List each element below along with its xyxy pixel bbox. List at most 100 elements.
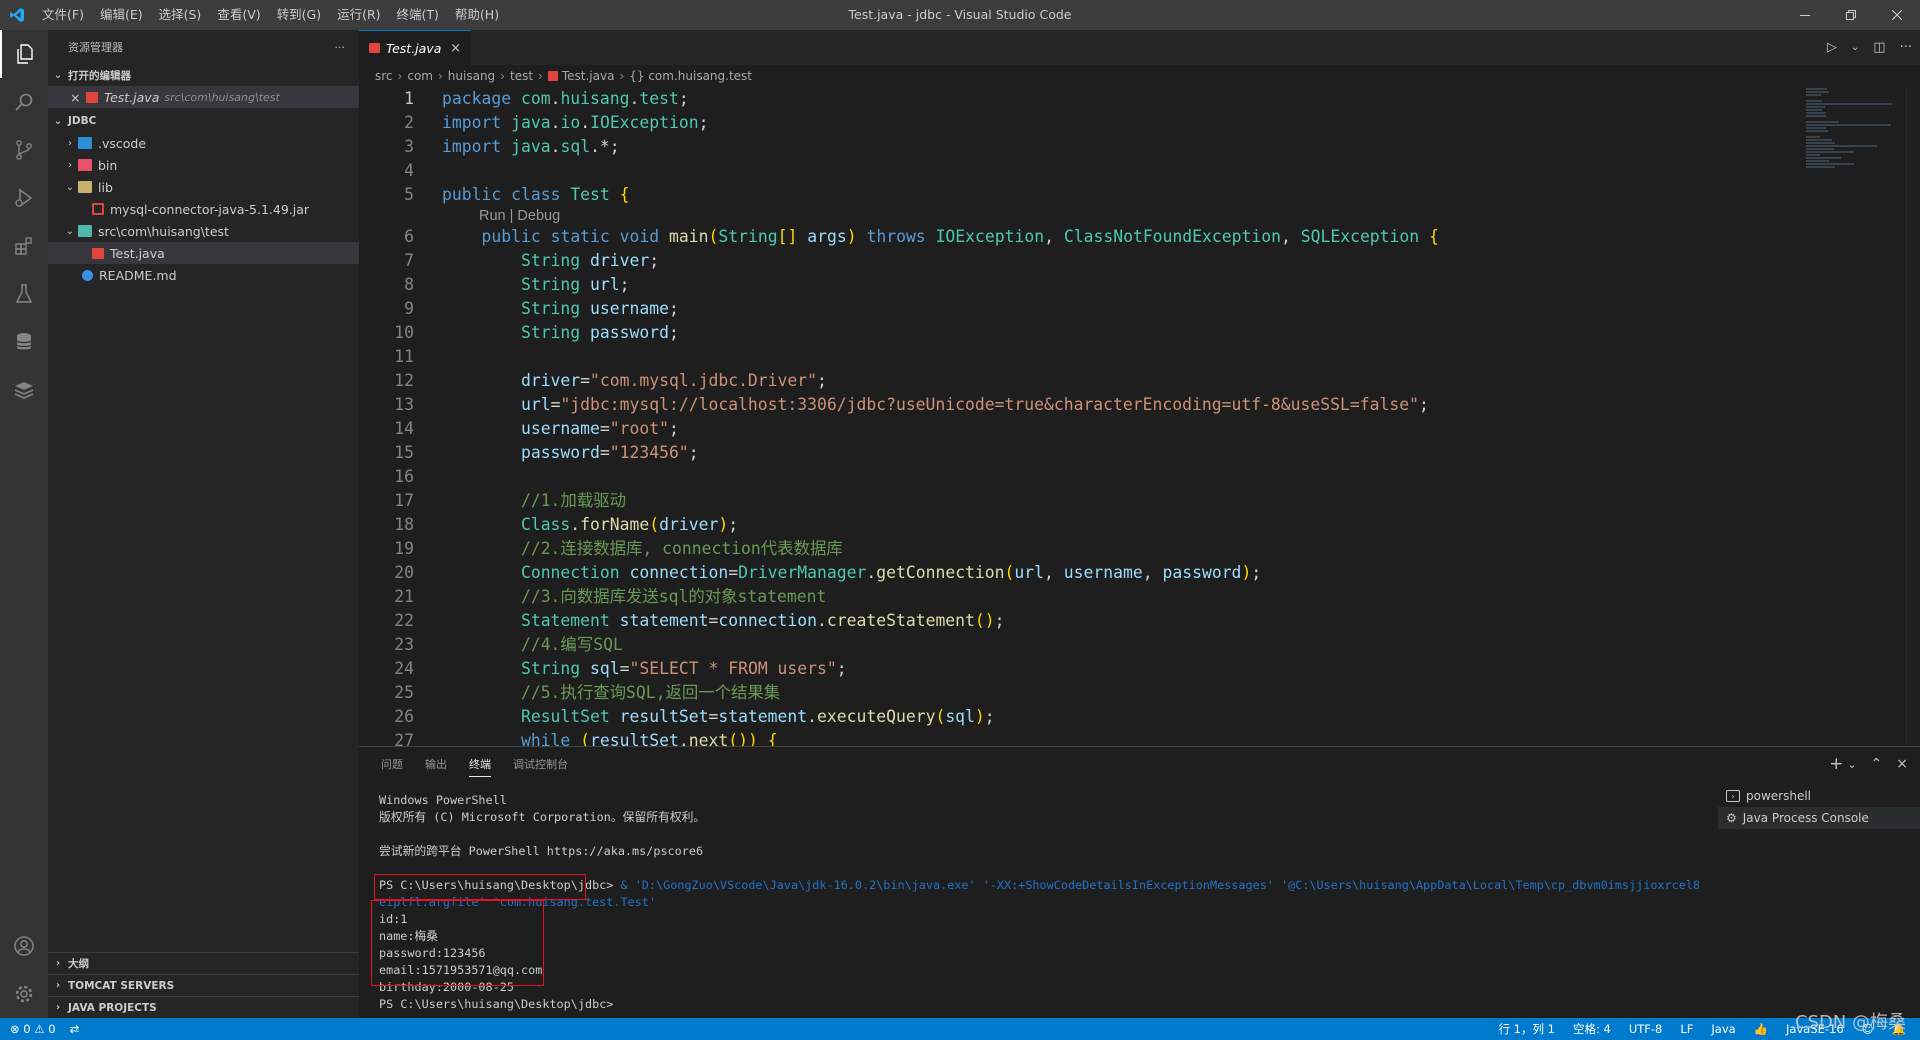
- explorer-icon[interactable]: [0, 30, 48, 78]
- breadcrumb-item[interactable]: Test.java: [562, 69, 615, 83]
- breadcrumb-item[interactable]: src: [375, 69, 393, 83]
- line-content: Class.forName(driver);: [520, 515, 739, 534]
- thumbs-up-icon[interactable]: 👍: [1754, 1022, 1768, 1036]
- code-editor[interactable]: 1 package com.huisang.test; 2 import java.i…: [359, 87, 1789, 746]
- tree-item-lib[interactable]: ⌄ lib: [48, 176, 359, 198]
- minimap-line: [1806, 121, 1840, 123]
- explorer-sidebar: 资源管理器 ··· ⌄ 打开的编辑器 × Test.java src\com\h…: [48, 30, 359, 1018]
- live-share-icon[interactable]: ⇄: [70, 1022, 80, 1036]
- line-content: while (resultSet.next()) {: [520, 731, 778, 746]
- tree-item-vscode[interactable]: › .vscode: [48, 132, 359, 154]
- terminal-line: 版权所有 (C) Microsoft Corporation。保留所有权利。: [379, 810, 706, 824]
- gear-icon[interactable]: [0, 970, 48, 1018]
- tab-terminal[interactable]: 终端: [469, 756, 491, 777]
- end-of-line[interactable]: LF: [1680, 1022, 1693, 1036]
- menu-view[interactable]: 查看(V): [209, 0, 268, 30]
- code-line: 9 String username;: [359, 297, 1789, 321]
- database-icon[interactable]: [0, 318, 48, 366]
- chevron-right-icon: ›: [55, 980, 61, 991]
- terminal-item-powershell[interactable]: › powershell: [1718, 785, 1920, 807]
- minimap-line: [1806, 136, 1820, 138]
- code-line: 20 Connection connection=DriverManager.g…: [359, 561, 1789, 585]
- split-editor-icon[interactable]: ◫: [1873, 40, 1885, 55]
- close-panel-icon[interactable]: ×: [1896, 756, 1908, 772]
- tab-debug-console[interactable]: 调试控制台: [513, 756, 568, 772]
- breadcrumb-item[interactable]: test: [510, 69, 533, 83]
- java-projects-section[interactable]: › JAVA PROJECTS: [48, 996, 359, 1018]
- more-actions-icon[interactable]: ···: [335, 41, 346, 54]
- run-debug-icon[interactable]: [0, 174, 48, 222]
- menu-edit[interactable]: 编辑(E): [92, 0, 151, 30]
- terminal-output-line: password:123456: [379, 946, 486, 960]
- tab-problems[interactable]: 问题: [381, 756, 403, 772]
- minimap-line: [1806, 142, 1835, 144]
- open-editors-section[interactable]: ⌄ 打开的编辑器: [48, 64, 359, 86]
- breadcrumb-item[interactable]: {} com.huisang.test: [629, 69, 752, 83]
- problems-status[interactable]: ⊗ 0 ⚠ 0: [10, 1022, 56, 1036]
- code-lens-run-debug[interactable]: Run | Debug: [479, 207, 1789, 225]
- tree-item-test-java[interactable]: Test.java: [48, 242, 359, 264]
- tab-output[interactable]: 输出: [425, 756, 447, 772]
- line-content: import java.io.IOException;: [442, 113, 709, 132]
- editor-scrollbar[interactable]: [1906, 87, 1920, 746]
- indentation[interactable]: 空格: 4: [1573, 1021, 1611, 1037]
- minimap-line: [1806, 94, 1822, 96]
- minimap-line: [1806, 166, 1835, 168]
- minimap[interactable]: [1806, 87, 1906, 168]
- info-icon: [82, 269, 93, 281]
- code-line: 22 Statement statement=connection.create…: [359, 609, 1789, 633]
- language-mode[interactable]: Java: [1711, 1022, 1735, 1036]
- line-content: //2.连接数据库, connection代表数据库: [520, 539, 843, 558]
- open-editor-item[interactable]: × Test.java src\com\huisang\test: [48, 86, 359, 108]
- menu-file[interactable]: 文件(F): [34, 0, 92, 30]
- maximize-panel-icon[interactable]: ⌃: [1871, 756, 1883, 772]
- breadcrumb-item[interactable]: huisang: [448, 69, 495, 83]
- extensions-icon[interactable]: [0, 222, 48, 270]
- chevron-down-icon: ⌄: [65, 225, 75, 237]
- chevron-right-icon: ›: [500, 69, 505, 83]
- restore-icon[interactable]: [1828, 0, 1874, 30]
- tomcat-servers-section[interactable]: › TOMCAT SERVERS: [48, 974, 359, 996]
- cursor-position[interactable]: 行 1，列 1: [1499, 1021, 1555, 1037]
- gear-icon: ⚙: [1726, 811, 1737, 825]
- close-window-icon[interactable]: [1874, 0, 1920, 30]
- editor-area: Test.java × ▷ ⌄ ◫ ··· src › com › huisang ›…: [359, 30, 1920, 746]
- tree-item-readme[interactable]: README.md: [48, 264, 359, 286]
- tab-test-java[interactable]: Test.java ×: [359, 30, 471, 65]
- terminal-icon: ›: [1726, 790, 1740, 802]
- minimap-line: [1806, 112, 1827, 114]
- close-tab-icon[interactable]: ×: [450, 41, 461, 56]
- minimize-icon[interactable]: [1782, 0, 1828, 30]
- menu-go[interactable]: 转到(G): [269, 0, 329, 30]
- layers-icon[interactable]: [0, 366, 48, 414]
- account-icon[interactable]: [0, 922, 48, 970]
- close-editor-icon[interactable]: ×: [70, 90, 86, 105]
- encoding[interactable]: UTF-8: [1629, 1022, 1663, 1036]
- menu-selection[interactable]: 选择(S): [151, 0, 210, 30]
- more-actions-icon[interactable]: ···: [1900, 40, 1912, 55]
- run-icon[interactable]: ▷: [1827, 40, 1837, 55]
- terminal[interactable]: Windows PowerShell 版权所有 (C) Microsoft Co…: [379, 792, 1699, 1013]
- new-terminal-icon[interactable]: +: [1829, 754, 1843, 774]
- chevron-down-icon[interactable]: ⌄: [1847, 758, 1856, 771]
- workspace-section[interactable]: ⌄ JDBC: [48, 110, 359, 132]
- terminal-output-line: email:1571953571@qq.com: [379, 963, 543, 977]
- terminal-item-java-console[interactable]: ⚙ Java Process Console: [1718, 807, 1920, 829]
- testing-icon[interactable]: [0, 270, 48, 318]
- outline-section[interactable]: › 大纲: [48, 952, 359, 974]
- tree-item-bin[interactable]: › bin: [48, 154, 359, 176]
- code-line: 8 String url;: [359, 273, 1789, 297]
- explorer-title: 资源管理器: [68, 41, 123, 54]
- code-line: 14 username="root";: [359, 417, 1789, 441]
- search-icon[interactable]: [0, 78, 48, 126]
- chevron-down-icon[interactable]: ⌄: [1851, 42, 1859, 53]
- source-control-icon[interactable]: [0, 126, 48, 174]
- menu-run[interactable]: 运行(R): [329, 0, 388, 30]
- menu-help[interactable]: 帮助(H): [447, 0, 507, 30]
- tree-item-jar[interactable]: mysql-connector-java-5.1.49.jar: [48, 198, 359, 220]
- menu-terminal[interactable]: 终端(T): [389, 0, 447, 30]
- line-content: //1.加载驱动: [520, 491, 626, 510]
- line-content: package com.huisang.test;: [442, 89, 689, 108]
- tree-item-src[interactable]: ⌄ src\com\huisang\test: [48, 220, 359, 242]
- breadcrumb-item[interactable]: com: [407, 69, 433, 83]
